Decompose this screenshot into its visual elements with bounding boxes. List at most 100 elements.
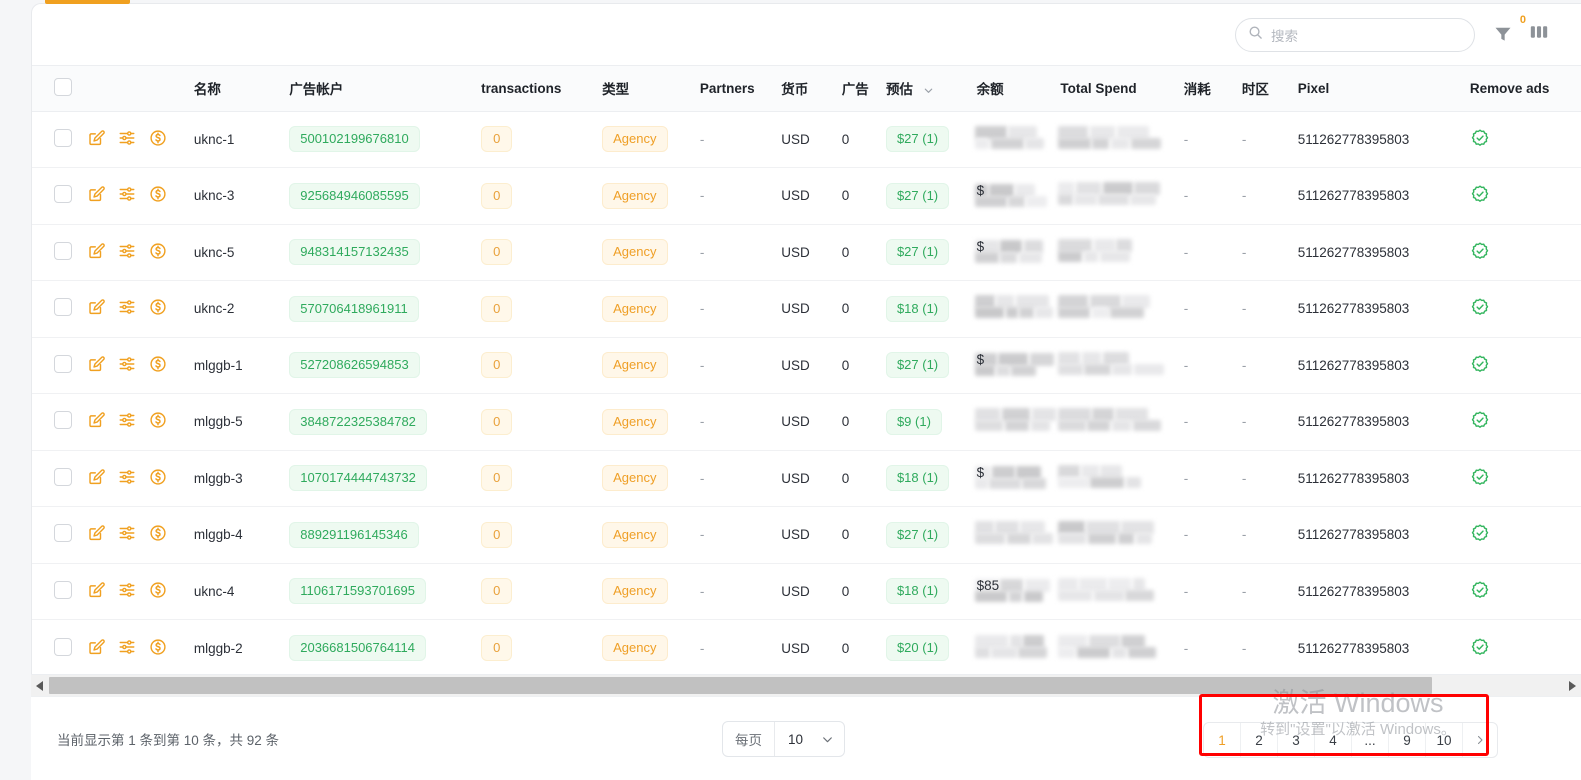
pagination-page-1[interactable]: 1 — [1204, 723, 1241, 757]
settings-button[interactable] — [118, 298, 136, 319]
transactions-badge[interactable]: 0 — [481, 635, 512, 661]
row-checkbox[interactable] — [54, 129, 72, 147]
col-header-timezone[interactable]: 时区 — [1236, 66, 1292, 111]
edit-button[interactable] — [87, 355, 105, 376]
billing-button[interactable] — [149, 129, 167, 150]
scroll-right-arrow[interactable] — [1563, 675, 1581, 697]
settings-button[interactable] — [118, 581, 136, 602]
col-header-type[interactable]: 类型 — [596, 66, 694, 111]
table-row[interactable]: mlggb-3 1070174444743732 0 Agency - USD … — [32, 450, 1581, 507]
scrollbar-thumb[interactable] — [49, 677, 1432, 694]
transactions-badge[interactable]: 0 — [481, 578, 512, 604]
account-badge[interactable]: 2036681506764114 — [289, 635, 426, 661]
col-header-pixel[interactable]: Pixel — [1292, 66, 1464, 111]
transactions-badge[interactable]: 0 — [481, 296, 512, 322]
edit-button[interactable] — [87, 242, 105, 263]
table-row[interactable]: mlggb-4 889291196145346 0 Agency - USD 0… — [32, 507, 1581, 564]
pagination-page-9[interactable]: 9 — [1389, 723, 1426, 757]
row-checkbox[interactable] — [54, 298, 72, 316]
pagination-page-2[interactable]: 2 — [1241, 723, 1278, 757]
pagination-next-button[interactable] — [1463, 723, 1497, 757]
col-header-balance[interactable]: 余额 — [971, 66, 1055, 111]
table-row[interactable]: uknc-1 500102199676810 0 Agency - USD 0 … — [32, 111, 1581, 168]
edit-button[interactable] — [87, 129, 105, 150]
table-row[interactable]: uknc-5 948314157132435 0 Agency - USD 0 … — [32, 224, 1581, 281]
edit-button[interactable] — [87, 581, 105, 602]
transactions-badge[interactable]: 0 — [481, 352, 512, 378]
columns-button[interactable] — [1529, 23, 1549, 46]
table-row[interactable]: uknc-2 570706418961911 0 Agency - USD 0 … — [32, 281, 1581, 338]
billing-button[interactable] — [149, 638, 167, 659]
page-size-selector[interactable]: 每页 10 — [722, 721, 845, 757]
billing-button[interactable] — [149, 524, 167, 545]
col-header-estimate[interactable]: 预估 — [880, 66, 971, 111]
edit-button[interactable] — [87, 411, 105, 432]
settings-button[interactable] — [118, 524, 136, 545]
settings-button[interactable] — [118, 185, 136, 206]
billing-button[interactable] — [149, 581, 167, 602]
edit-button[interactable] — [87, 468, 105, 489]
transactions-badge[interactable]: 0 — [481, 239, 512, 265]
settings-button[interactable] — [118, 638, 136, 659]
pagination-controls[interactable]: 1234...910 — [1203, 722, 1498, 758]
table-row[interactable]: mlggb-5 3848722325384782 0 Agency - USD … — [32, 394, 1581, 451]
billing-button[interactable] — [149, 468, 167, 489]
pagination-page-3[interactable]: 3 — [1278, 723, 1315, 757]
account-badge[interactable]: 925684946085595 — [289, 183, 419, 209]
row-checkbox[interactable] — [54, 411, 72, 429]
pagination-page-4[interactable]: 4 — [1315, 723, 1352, 757]
row-checkbox[interactable] — [54, 638, 72, 656]
select-all-checkbox[interactable] — [54, 78, 72, 96]
scrollbar-track[interactable] — [49, 675, 1563, 697]
row-checkbox[interactable] — [54, 242, 72, 260]
filter-button[interactable]: 0 — [1493, 24, 1515, 46]
transactions-badge[interactable]: 0 — [481, 465, 512, 491]
col-header-transactions[interactable]: transactions — [475, 66, 596, 111]
settings-button[interactable] — [118, 468, 136, 489]
account-badge[interactable]: 570706418961911 — [289, 296, 419, 322]
settings-button[interactable] — [118, 129, 136, 150]
horizontal-scrollbar[interactable] — [31, 674, 1581, 696]
table-row[interactable]: uknc-4 1106171593701695 0 Agency - USD 0… — [32, 563, 1581, 620]
pagination-page-10[interactable]: 10 — [1426, 723, 1463, 757]
transactions-badge[interactable]: 0 — [481, 409, 512, 435]
transactions-badge[interactable]: 0 — [481, 183, 512, 209]
account-badge[interactable]: 527208626594853 — [289, 352, 419, 378]
settings-button[interactable] — [118, 355, 136, 376]
table-scroll-area[interactable]: 名称 广告帐户 transactions 类型 Partners 货币 广告 预… — [32, 66, 1581, 671]
col-header-currency[interactable]: 货币 — [775, 66, 835, 111]
col-header-consumption[interactable]: 消耗 — [1178, 66, 1236, 111]
row-checkbox[interactable] — [54, 581, 72, 599]
billing-button[interactable] — [149, 355, 167, 376]
col-header-name[interactable]: 名称 — [188, 66, 283, 111]
settings-button[interactable] — [118, 411, 136, 432]
row-checkbox[interactable] — [54, 185, 72, 203]
search-input[interactable]: 搜索 — [1235, 18, 1475, 52]
edit-button[interactable] — [87, 524, 105, 545]
col-header-remove-ads[interactable]: Remove ads — [1464, 66, 1581, 111]
billing-button[interactable] — [149, 242, 167, 263]
transactions-badge[interactable]: 0 — [481, 126, 512, 152]
account-badge[interactable]: 3848722325384782 — [289, 409, 427, 435]
account-badge[interactable]: 1106171593701695 — [289, 578, 426, 604]
account-badge[interactable]: 948314157132435 — [289, 239, 419, 265]
account-badge[interactable]: 500102199676810 — [289, 126, 419, 152]
edit-button[interactable] — [87, 298, 105, 319]
settings-button[interactable] — [118, 242, 136, 263]
page-size-value-wrap[interactable]: 10 — [774, 722, 844, 756]
transactions-badge[interactable]: 0 — [481, 522, 512, 548]
row-checkbox[interactable] — [54, 468, 72, 486]
scroll-left-arrow[interactable] — [31, 675, 49, 697]
account-badge[interactable]: 889291196145346 — [289, 522, 419, 548]
account-badge[interactable]: 1070174444743732 — [289, 465, 427, 491]
edit-button[interactable] — [87, 638, 105, 659]
table-row[interactable]: mlggb-2 2036681506764114 0 Agency - USD … — [32, 620, 1581, 672]
billing-button[interactable] — [149, 185, 167, 206]
table-row[interactable]: mlggb-1 527208626594853 0 Agency - USD 0… — [32, 337, 1581, 394]
row-checkbox[interactable] — [54, 355, 72, 373]
col-header-total-spend[interactable]: Total Spend — [1054, 66, 1177, 111]
col-header-ads[interactable]: 广告 — [836, 66, 880, 111]
billing-button[interactable] — [149, 411, 167, 432]
col-header-partners[interactable]: Partners — [694, 66, 775, 111]
edit-button[interactable] — [87, 185, 105, 206]
